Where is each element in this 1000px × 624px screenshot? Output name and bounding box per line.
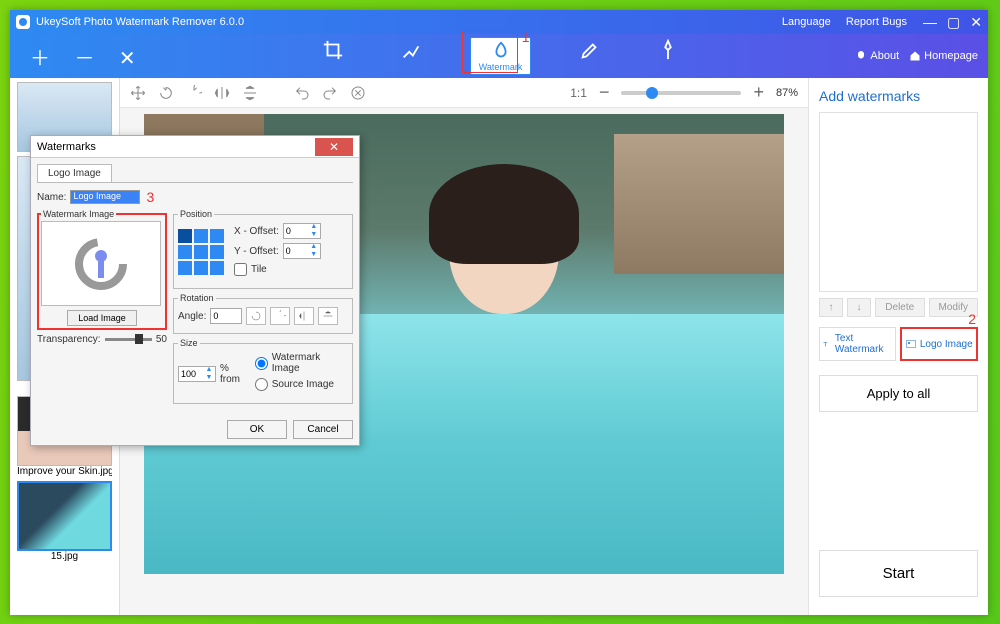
move-up-button[interactable]: ↑ (819, 298, 843, 317)
dialog-close-icon[interactable]: ✕ (315, 138, 353, 156)
flip-v-icon[interactable] (242, 85, 258, 101)
cancel-tool-icon[interactable] (350, 85, 366, 101)
minimize-icon[interactable]: — (923, 14, 937, 31)
edit-toolbar: 1:1 − + 87% (120, 78, 808, 108)
flip-v-small-icon[interactable] (318, 307, 338, 325)
watermark-list[interactable] (819, 112, 978, 292)
rotate-ccw-icon[interactable] (246, 307, 266, 325)
size-legend: Size (178, 338, 200, 348)
rotate-cw-icon[interactable] (270, 307, 290, 325)
flip-h-icon[interactable] (214, 85, 230, 101)
flip-h-small-icon[interactable] (294, 307, 314, 325)
apply-all-button[interactable]: Apply to all (819, 375, 978, 412)
brush-mode-button[interactable] (571, 37, 609, 75)
maximize-icon[interactable]: ▢ (947, 14, 960, 31)
dialog-titlebar[interactable]: Watermarks ✕ (31, 136, 359, 158)
text-watermark-button[interactable]: TText Watermark (819, 327, 896, 361)
annotation-box-1 (462, 31, 518, 73)
logo-image-button[interactable]: Logo Image (900, 327, 979, 361)
size-wm-radio[interactable] (255, 357, 268, 370)
y-offset-input[interactable]: ▲▼ (283, 243, 321, 259)
angle-label: Angle: (178, 311, 206, 322)
thumbnail-item[interactable]: 15.jpg (17, 481, 112, 562)
close-icon[interactable]: ✕ (970, 14, 982, 31)
rotate-right-icon[interactable] (186, 85, 202, 101)
wm-image-legend: Watermark Image (41, 209, 116, 219)
transparency-value: 50 (156, 334, 167, 345)
svg-text:T: T (823, 341, 827, 348)
thumbnail-label: Improve your Skin.jpg (17, 466, 112, 477)
annotation-1: 1 (522, 29, 530, 45)
size-input[interactable]: ▲▼ (178, 366, 216, 382)
size-group: Size ▲▼ % from Watermark Image Source Im… (173, 338, 353, 404)
ok-button[interactable]: OK (227, 420, 287, 439)
window-controls: — ▢ ✕ (923, 14, 982, 31)
watermark-preview (41, 221, 161, 306)
language-link[interactable]: Language (782, 16, 831, 28)
about-link[interactable]: About (855, 50, 899, 62)
remove-mode-button[interactable] (392, 37, 430, 75)
app-logo-icon (16, 15, 30, 29)
thumbnail-image (17, 481, 112, 551)
annotation-2: 2 (968, 311, 976, 327)
thumbnail-label: 15.jpg (17, 551, 112, 562)
zoom-slider[interactable] (621, 91, 741, 95)
x-offset-input[interactable]: ▲▼ (283, 223, 321, 239)
angle-input[interactable] (210, 308, 242, 324)
y-offset-label: Y - Offset: (234, 246, 279, 257)
transparency-label: Transparency: (37, 334, 101, 345)
zoom-percent: 87% (776, 87, 798, 99)
zoom-out-icon[interactable]: − (599, 82, 610, 103)
cancel-button[interactable]: Cancel (293, 420, 353, 439)
redo-icon[interactable] (322, 85, 338, 101)
start-button[interactable]: Start (819, 550, 978, 597)
zoom-in-icon[interactable]: + (753, 82, 764, 103)
crop-mode-button[interactable] (314, 37, 352, 75)
rotate-left-icon[interactable] (158, 85, 174, 101)
zoom-ratio-label[interactable]: 1:1 (570, 86, 587, 100)
zoom-slider-thumb[interactable] (646, 87, 658, 99)
remove-image-icon[interactable]: － (74, 48, 94, 70)
position-legend: Position (178, 209, 214, 219)
size-src-label: Source Image (272, 379, 334, 390)
pct-from-label: % from (220, 363, 251, 385)
position-grid[interactable] (178, 229, 224, 275)
position-group: Position X - Offset: ▲▼ Y - Offset: ▲▼ (173, 209, 353, 289)
undo-icon[interactable] (294, 85, 310, 101)
rotation-legend: Rotation (178, 293, 216, 303)
dialog-title: Watermarks (37, 141, 96, 153)
size-src-radio[interactable] (255, 378, 268, 391)
annotation-3: 3 (146, 189, 154, 205)
transparency-slider[interactable] (105, 338, 152, 341)
main-toolbar: ＋ － ✕ Watermark 1 About Homepage (10, 34, 988, 78)
move-down-button[interactable]: ↓ (847, 298, 871, 317)
add-image-icon[interactable]: ＋ (30, 48, 50, 70)
size-wm-label: Watermark Image (272, 352, 348, 374)
tile-label: Tile (251, 264, 267, 275)
delete-button[interactable]: Delete (875, 298, 925, 317)
watermark-panel: Add watermarks ↑ ↓ Delete Modify TText W… (808, 78, 988, 615)
tile-checkbox[interactable] (234, 263, 247, 276)
rotation-group: Rotation Angle: (173, 293, 353, 334)
watermark-image-group: Watermark Image Load Image (37, 209, 167, 330)
dialog-tab-logo[interactable]: Logo Image (37, 164, 112, 182)
panel-title: Add watermarks (819, 88, 978, 104)
load-image-button[interactable]: Load Image (67, 310, 137, 326)
app-title: UkeySoft Photo Watermark Remover 6.0.0 (36, 16, 776, 28)
homepage-link[interactable]: Homepage (909, 50, 978, 62)
report-bugs-link[interactable]: Report Bugs (846, 16, 907, 28)
name-label: Name: (37, 192, 66, 203)
pin-mode-button[interactable] (649, 37, 687, 75)
move-icon[interactable] (130, 85, 146, 101)
clear-images-icon[interactable]: ✕ (119, 48, 136, 70)
watermarks-dialog: Watermarks ✕ Logo Image Name: Logo Image… (30, 135, 360, 446)
x-offset-label: X - Offset: (234, 226, 279, 237)
name-input[interactable]: Logo Image (70, 190, 140, 204)
